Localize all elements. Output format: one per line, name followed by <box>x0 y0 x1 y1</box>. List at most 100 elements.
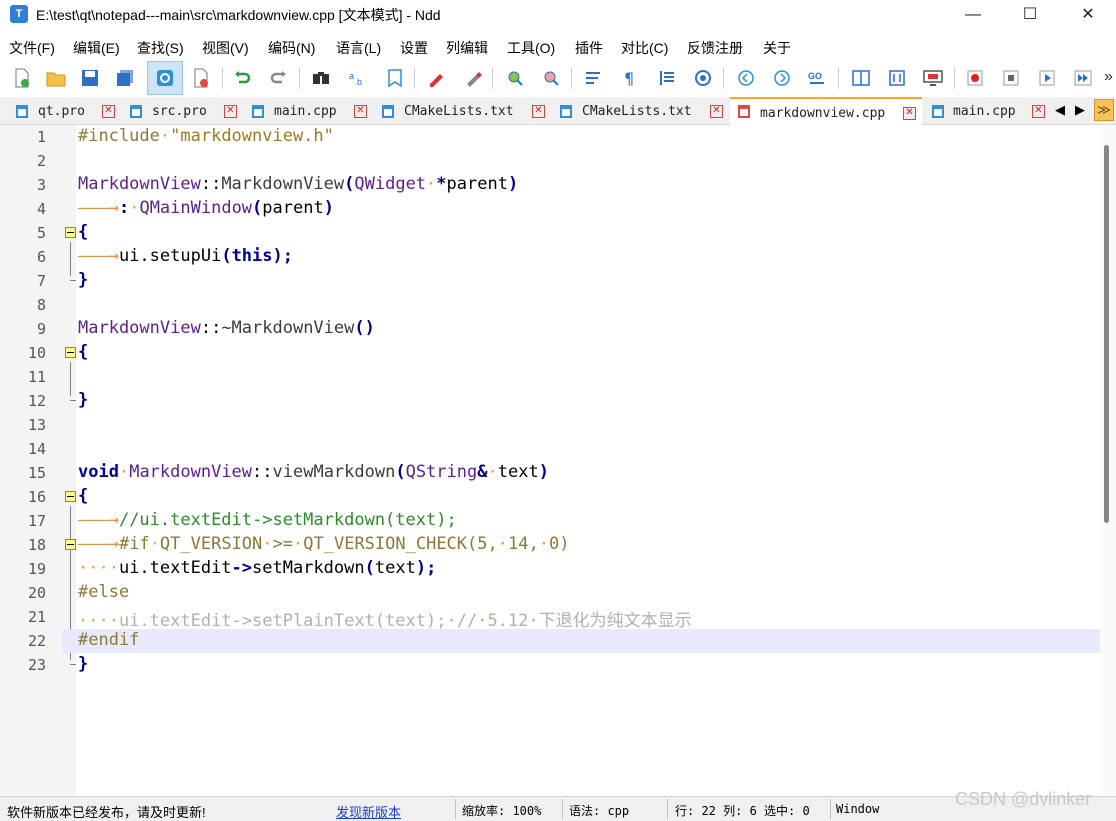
line-number: 11 <box>27 368 46 386</box>
tab-close-icon[interactable]: ✕ <box>532 105 545 118</box>
menu-plugins[interactable]: 插件 <box>575 38 603 58</box>
redo-icon[interactable] <box>267 66 291 90</box>
undo-icon[interactable] <box>230 66 254 90</box>
menu-about[interactable]: 关于 <box>763 38 791 58</box>
fold-toggle-icon[interactable] <box>65 539 76 550</box>
fold-toggle-icon[interactable] <box>65 227 76 238</box>
tab-close-icon[interactable]: ✕ <box>224 105 237 118</box>
target-icon[interactable] <box>691 66 715 90</box>
tab-main-cpp-2[interactable]: main.cpp ✕ <box>924 99 1050 124</box>
new-file-icon[interactable] <box>10 66 34 90</box>
monitor-icon[interactable] <box>921 66 945 90</box>
fold-toggle-icon[interactable] <box>65 347 76 358</box>
menu-encoding[interactable]: 编码(N) <box>268 38 315 58</box>
stop-icon[interactable] <box>999 66 1023 90</box>
file-icon <box>382 105 394 118</box>
tab-label: main.cpp <box>274 104 337 119</box>
indent-guide-icon[interactable] <box>655 66 679 90</box>
find-icon[interactable] <box>309 66 333 90</box>
tab-cmakelists-1[interactable]: CMakeLists.txt ✕ <box>374 99 550 124</box>
toolbar-overflow-button[interactable]: » <box>1104 68 1113 86</box>
save-icon[interactable] <box>78 66 102 90</box>
status-message: 软件新版本已经发布，请及时更新! <box>7 805 206 820</box>
goto-icon[interactable]: GO <box>806 66 830 90</box>
fold-end <box>70 664 76 665</box>
code-line-15: 15 void·MarkdownView::viewMarkdown(QStri… <box>0 461 1100 485</box>
tab-cmakelists-2[interactable]: CMakeLists.txt ✕ <box>552 99 728 124</box>
menu-edit[interactable]: 编辑(E) <box>73 38 120 58</box>
toolbar-separator <box>954 67 955 89</box>
play-icon[interactable] <box>1035 66 1059 90</box>
nav-forward-icon[interactable] <box>770 66 794 90</box>
new-version-link[interactable]: 发现新版本 <box>336 802 401 821</box>
tab-list-button[interactable]: ≫ <box>1094 99 1114 121</box>
zoom-out-icon[interactable] <box>539 66 563 90</box>
code-line-12: 12 } <box>0 389 1100 413</box>
pilcrow-icon[interactable]: ¶ <box>618 66 642 90</box>
status-separator <box>562 799 563 819</box>
menu-column-edit[interactable]: 列编辑 <box>446 38 488 58</box>
code-line-2: 2 <box>0 149 1100 173</box>
line-number: 7 <box>36 272 46 290</box>
line-number: 16 <box>27 488 46 506</box>
menu-feedback[interactable]: 反馈注册 <box>687 38 743 58</box>
tab-close-icon[interactable]: ✕ <box>1032 105 1045 118</box>
minimize-button[interactable]: — <box>945 0 1001 30</box>
bookmark-icon[interactable] <box>383 66 407 90</box>
recent-icon[interactable] <box>147 61 183 95</box>
tab-scroll-right-button[interactable]: ▶ <box>1075 102 1085 118</box>
menu-view[interactable]: 视图(V) <box>202 38 249 58</box>
tab-close-icon[interactable]: ✕ <box>354 105 367 118</box>
tab-src-pro[interactable]: src.pro ✕ <box>122 99 242 124</box>
save-all-icon[interactable] <box>113 66 137 90</box>
vertical-scrollbar[interactable] <box>1100 125 1116 795</box>
line-number: 5 <box>36 224 46 242</box>
line-number: 21 <box>27 608 46 626</box>
tab-close-icon[interactable]: ✕ <box>710 105 723 118</box>
tab-scroll-left-button[interactable]: ◀ <box>1055 102 1065 118</box>
open-file-icon[interactable] <box>44 66 68 90</box>
tab-label: markdownview.cpp <box>760 106 886 121</box>
close-file-icon[interactable] <box>189 66 213 90</box>
menu-search[interactable]: 查找(S) <box>137 38 184 58</box>
line-number: 13 <box>27 416 46 434</box>
tab-qt-pro[interactable]: qt.pro ✕ <box>8 99 120 124</box>
menu-file[interactable]: 文件(F) <box>9 38 55 58</box>
code-editor[interactable]: 1 #include·"markdownview.h" 2 3 Markdown… <box>0 125 1100 795</box>
svg-text:a: a <box>349 71 354 81</box>
fold-toggle-icon[interactable] <box>65 491 76 502</box>
maximize-button[interactable]: ☐ <box>1002 0 1058 30</box>
menu-tools[interactable]: 工具(O) <box>507 38 555 58</box>
tab-main-cpp[interactable]: main.cpp ✕ <box>244 99 372 124</box>
record-icon[interactable] <box>963 66 987 90</box>
menu-compare[interactable]: 对比(C) <box>621 38 668 58</box>
replace-icon[interactable]: ab <box>345 66 369 90</box>
status-separator <box>667 799 668 819</box>
pencil-icon[interactable] <box>424 66 448 90</box>
compare-icon[interactable] <box>885 66 909 90</box>
close-button[interactable]: ✕ <box>1060 0 1116 30</box>
nav-back-icon[interactable] <box>734 66 758 90</box>
line-number: 15 <box>27 464 46 482</box>
code-line-16: 16 { <box>0 485 1100 509</box>
tab-markdownview-cpp[interactable]: markdownview.cpp ✕ <box>730 97 922 126</box>
menu-language[interactable]: 语言(L) <box>336 38 381 58</box>
scrollbar-thumb[interactable] <box>1104 145 1109 523</box>
file-icon <box>16 105 28 118</box>
toolbar-separator <box>299 67 300 89</box>
menu-settings[interactable]: 设置 <box>400 38 428 58</box>
split-icon[interactable] <box>849 66 873 90</box>
window-title: E:\test\qt\notepad---main\src\markdownvi… <box>36 7 441 23</box>
tab-close-icon[interactable]: ✕ <box>903 107 916 120</box>
tab-label: CMakeLists.txt <box>582 104 692 119</box>
zoom-in-icon[interactable] <box>503 66 527 90</box>
app-icon: T <box>10 5 28 23</box>
tab-close-icon[interactable]: ✕ <box>102 105 115 118</box>
file-icon <box>130 105 142 118</box>
syntax-indicator[interactable]: 语法: cpp <box>569 802 629 819</box>
fast-forward-icon[interactable] <box>1071 66 1095 90</box>
wrap-icon[interactable] <box>582 66 606 90</box>
tab-label: CMakeLists.txt <box>404 104 514 119</box>
eraser-icon[interactable] <box>461 66 485 90</box>
line-number: 22 <box>0 629 62 653</box>
